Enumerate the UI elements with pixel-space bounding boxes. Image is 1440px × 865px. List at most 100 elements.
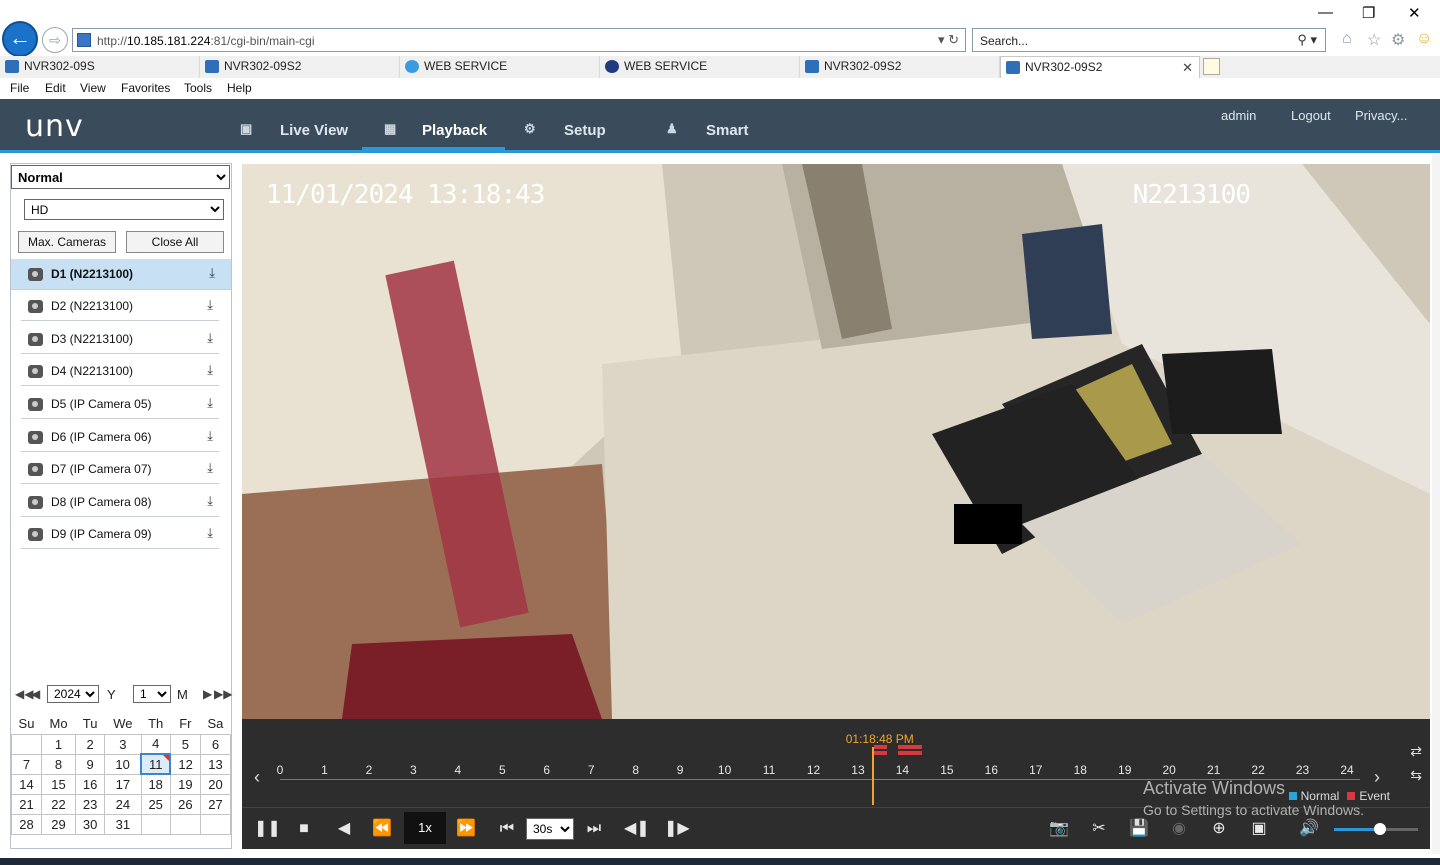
calendar-day[interactable]: 6 [199,733,232,755]
calendar-day[interactable]: 16 [75,773,106,795]
calendar-day[interactable]: 25 [140,793,171,815]
slow-down-icon[interactable]: ⏪ [370,814,394,844]
camera-item[interactable]: D5 (IP Camera 05) ⤓ [21,389,219,419]
browser-tab[interactable]: NVR302-09S [0,56,200,78]
max-cameras-button[interactable]: Max. Cameras [18,231,116,253]
calendar-day[interactable]: 1 [40,733,77,755]
browser-tab[interactable]: WEB SERVICE [600,56,800,78]
calendar-day[interactable]: 14 [11,773,42,795]
download-icon[interactable]: ⤓ [207,428,213,444]
search-icon[interactable]: ⚲ ▾ [1297,32,1317,48]
search-box[interactable]: Search... ⚲ ▾ [972,28,1326,52]
stop-icon[interactable]: ■ [294,814,314,844]
nav-setup[interactable]: ⚙ Setup [524,99,606,150]
calendar-day[interactable]: 26 [169,793,201,815]
camera-item[interactable]: D3 (N2213100) ⤓ [21,324,219,354]
page-scrollbar[interactable] [1432,154,1440,854]
camera-item[interactable]: D9 (IP Camera 09) ⤓ [21,519,219,549]
calendar-day[interactable]: 4 [140,733,171,755]
forward-button[interactable]: ⇨ [42,27,68,53]
close-window-icon[interactable]: ✕ [1408,4,1421,22]
volume-slider[interactable] [1334,823,1418,835]
next-frame-icon[interactable]: ❚▶ [664,814,690,844]
skip-forward-icon[interactable]: ⏭ [584,814,604,844]
menu-edit[interactable]: Edit [45,81,66,95]
download-icon[interactable]: ⤓ [207,493,213,509]
month-select[interactable]: 1 [133,685,171,703]
timeline-left-arrow-icon[interactable]: ‹ [254,767,260,788]
back-button[interactable]: ← [2,21,38,57]
download-icon[interactable]: ⤓ [207,525,213,541]
nav-smart[interactable]: ♟ Smart [666,99,749,150]
calendar-day[interactable]: 19 [169,773,201,795]
refresh-icon[interactable]: ▾ ↻ [938,32,959,48]
menu-help[interactable]: Help [227,81,252,95]
tab-close-icon[interactable]: ✕ [1182,57,1193,78]
calendar-day[interactable]: 29 [40,813,77,835]
calendar-day[interactable]: 24 [104,793,142,815]
stream-select[interactable]: HD [24,199,224,220]
minimize-icon[interactable]: — [1318,4,1333,21]
camera-item[interactable]: D7 (IP Camera 07) ⤓ [21,454,219,484]
calendar-day[interactable]: 27 [199,793,232,815]
prev-frame-icon[interactable]: ◀❚ [624,814,650,844]
smiley-feedback-icon[interactable]: ☺ [1416,30,1432,48]
calendar-day[interactable]: 7 [11,753,42,775]
snapshot-camera-icon[interactable]: 📷 [1048,814,1070,844]
home-icon[interactable]: ⌂ [1342,30,1352,48]
logout-link[interactable]: Logout [1291,108,1331,123]
browser-tab-active[interactable]: NVR302-09S2 ✕ [1000,56,1200,78]
download-icon[interactable]: ⤓ [207,362,213,378]
speed-up-icon[interactable]: ⏩ [454,814,478,844]
calendar-day[interactable]: 17 [104,773,142,795]
mode-select[interactable]: Normal [11,165,230,189]
download-icon[interactable]: ⤓ [207,460,213,476]
volume-knob[interactable] [1374,823,1387,835]
prev-month-icon[interactable]: ◀ [31,687,40,701]
calendar-day[interactable]: 30 [75,813,106,835]
calendar-day[interactable]: 10 [104,753,142,775]
event-segment[interactable] [897,751,923,755]
camera-item[interactable]: D2 (N2213100) ⤓ [21,291,219,321]
calendar-day[interactable]: 23 [75,793,106,815]
calendar-day[interactable]: 22 [40,793,77,815]
next-month-icon[interactable]: ▶ [203,687,212,701]
skip-interval-select[interactable]: 30s [526,818,574,840]
privacy-link[interactable]: Privacy... [1355,108,1408,123]
play-reverse-icon[interactable]: ◀ [334,814,354,844]
nav-playback[interactable]: ▦ Playback [362,99,506,150]
calendar-day[interactable]: 12 [169,753,201,775]
browser-tab[interactable]: WEB SERVICE [400,56,600,78]
timeline-cursor[interactable] [871,747,874,805]
calendar-day[interactable]: 15 [40,773,77,795]
calendar-day[interactable]: 21 [11,793,42,815]
timeline-right-arrow-icon[interactable]: › [1374,767,1380,788]
favorites-star-icon[interactable]: ☆ [1367,30,1381,50]
nav-live-view[interactable]: ▣ Live View [240,99,348,150]
timeline-zoom-in-icon[interactable]: ⇆ [1410,767,1422,784]
camera-item[interactable]: D4 (N2213100) ⤓ [21,356,219,386]
menu-tools[interactable]: Tools [184,81,212,95]
menu-file[interactable]: File [10,81,29,95]
new-tab-button[interactable] [1203,58,1220,75]
pause-icon[interactable]: ❚❚ [254,814,281,844]
menu-view[interactable]: View [80,81,106,95]
download-icon[interactable]: ⤓ [209,265,215,281]
calendar-day[interactable]: 11 [140,753,172,775]
calendar-day[interactable]: 5 [169,733,201,755]
next-year-icon[interactable]: ▶▶ [214,687,232,701]
close-all-button[interactable]: Close All [126,231,224,253]
menu-favorites[interactable]: Favorites [121,81,170,95]
address-bar[interactable]: http://10.185.181.224:81/cgi-bin/main-cg… [72,28,966,52]
download-icon[interactable]: ⤓ [207,395,213,411]
camera-item[interactable]: D6 (IP Camera 06) ⤓ [21,422,219,452]
clip-scissors-icon[interactable]: ✂ [1088,814,1110,844]
browser-tab[interactable]: NVR302-09S2 [200,56,400,78]
browser-tab[interactable]: NVR302-09S2 [800,56,1000,78]
calendar-day[interactable]: 28 [11,813,42,835]
camera-item[interactable]: D1 (N2213100) ⤓ [11,259,231,290]
calendar-day[interactable]: 31 [104,813,142,835]
event-segment[interactable] [873,751,887,755]
calendar-day[interactable]: 8 [40,753,77,775]
calendar-day[interactable]: 2 [75,733,106,755]
